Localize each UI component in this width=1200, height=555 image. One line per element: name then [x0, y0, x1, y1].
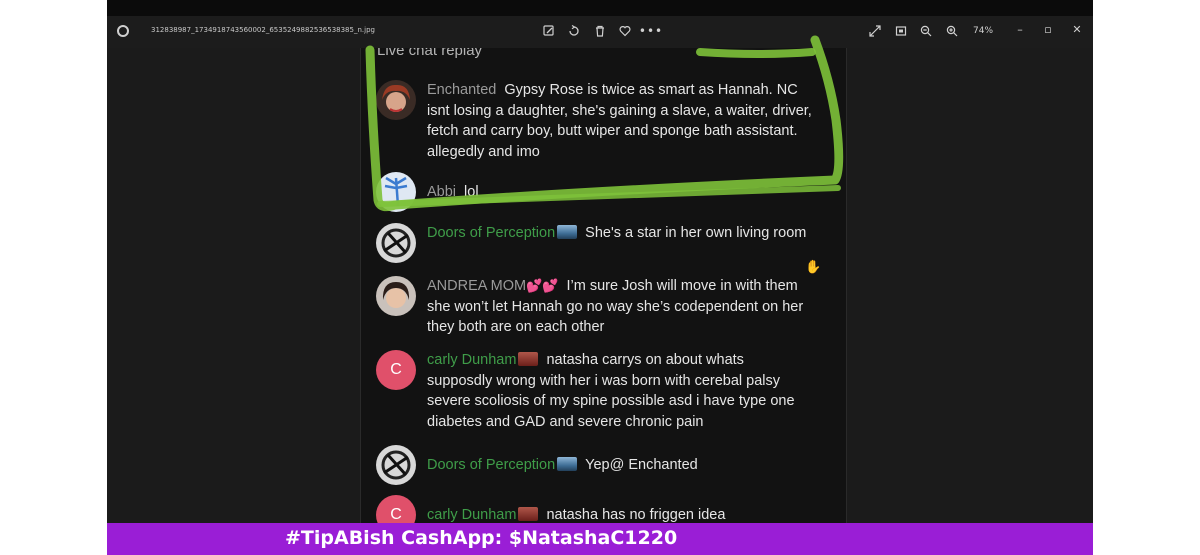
donation-banner: #TipABish CashApp: $NatashaC1220 [107, 523, 1093, 555]
zoom-out-icon[interactable] [916, 21, 936, 41]
author-name[interactable]: carly Dunham [427, 507, 516, 523]
title-bar: 312838987_1734918743560002_6535249882536… [107, 16, 1093, 48]
chat-header: Live chat replay [377, 48, 483, 59]
close-button[interactable]: ✕ [1065, 19, 1089, 39]
hand-cursor-icon: ✋ [805, 260, 822, 275]
message-text: natasha has no friggen idea [546, 507, 726, 523]
member-badge-icon [557, 225, 578, 239]
avatar [376, 172, 416, 212]
message-body: Doors of Perception Yep@ Enchanted [427, 455, 812, 476]
fullscreen-icon[interactable] [865, 21, 885, 41]
author-name[interactable]: Enchanted [427, 82, 496, 98]
member-badge-icon [518, 507, 539, 521]
photos-app-icon [117, 25, 129, 37]
more-icon[interactable]: ••• [639, 21, 662, 41]
message-body: Abbi lol [427, 182, 812, 203]
author-name[interactable]: carly Dunham [427, 352, 516, 368]
hearts-icon: 💕💕 [526, 278, 559, 293]
message-text: lol [464, 184, 479, 200]
message-body: Enchanted Gypsy Rose is twice as smart as… [427, 80, 812, 162]
avatar [376, 276, 416, 316]
avatar [376, 223, 416, 263]
avatar [376, 80, 416, 120]
file-name: 312838987_1734918743560002_6535249882536… [151, 26, 375, 34]
message-body: Doors of Perception She's a star in her o… [427, 223, 812, 244]
minimize-button[interactable]: – [1008, 19, 1032, 39]
maximize-button[interactable]: ▫ [1036, 19, 1060, 39]
message-body: carly Dunham natasha carrys on about what… [427, 350, 812, 432]
avatar [376, 445, 416, 485]
author-name[interactable]: ANDREA MOM [427, 278, 526, 294]
message-text: She's a star in her own living room [585, 225, 807, 241]
rotate-icon[interactable] [564, 21, 584, 41]
favorite-icon[interactable] [615, 21, 635, 41]
fit-icon[interactable] [891, 21, 911, 41]
message-body: ANDREA MOM💕💕 I’m sure Josh will move in w… [427, 276, 812, 338]
live-chat-replay-panel: Live chat replay Enchanted Gypsy Rose is … [360, 48, 847, 528]
author-name[interactable]: Abbi [427, 184, 456, 200]
top-strip [107, 0, 1093, 16]
message-text: Yep@ Enchanted [585, 457, 698, 473]
edit-icon[interactable] [539, 21, 559, 41]
member-badge-icon [518, 352, 539, 366]
banner-text: #TipABish CashApp: $NatashaC1220 [285, 527, 678, 549]
zoom-in-icon[interactable] [942, 21, 962, 41]
author-name[interactable]: Doors of Perception [427, 457, 555, 473]
author-name[interactable]: Doors of Perception [427, 225, 555, 241]
avatar: C [376, 350, 416, 390]
zoom-level[interactable]: 74% [973, 26, 993, 36]
member-badge-icon [557, 457, 578, 471]
photo-viewer-window: 312838987_1734918743560002_6535249882536… [107, 0, 1093, 555]
delete-icon[interactable] [590, 21, 610, 41]
